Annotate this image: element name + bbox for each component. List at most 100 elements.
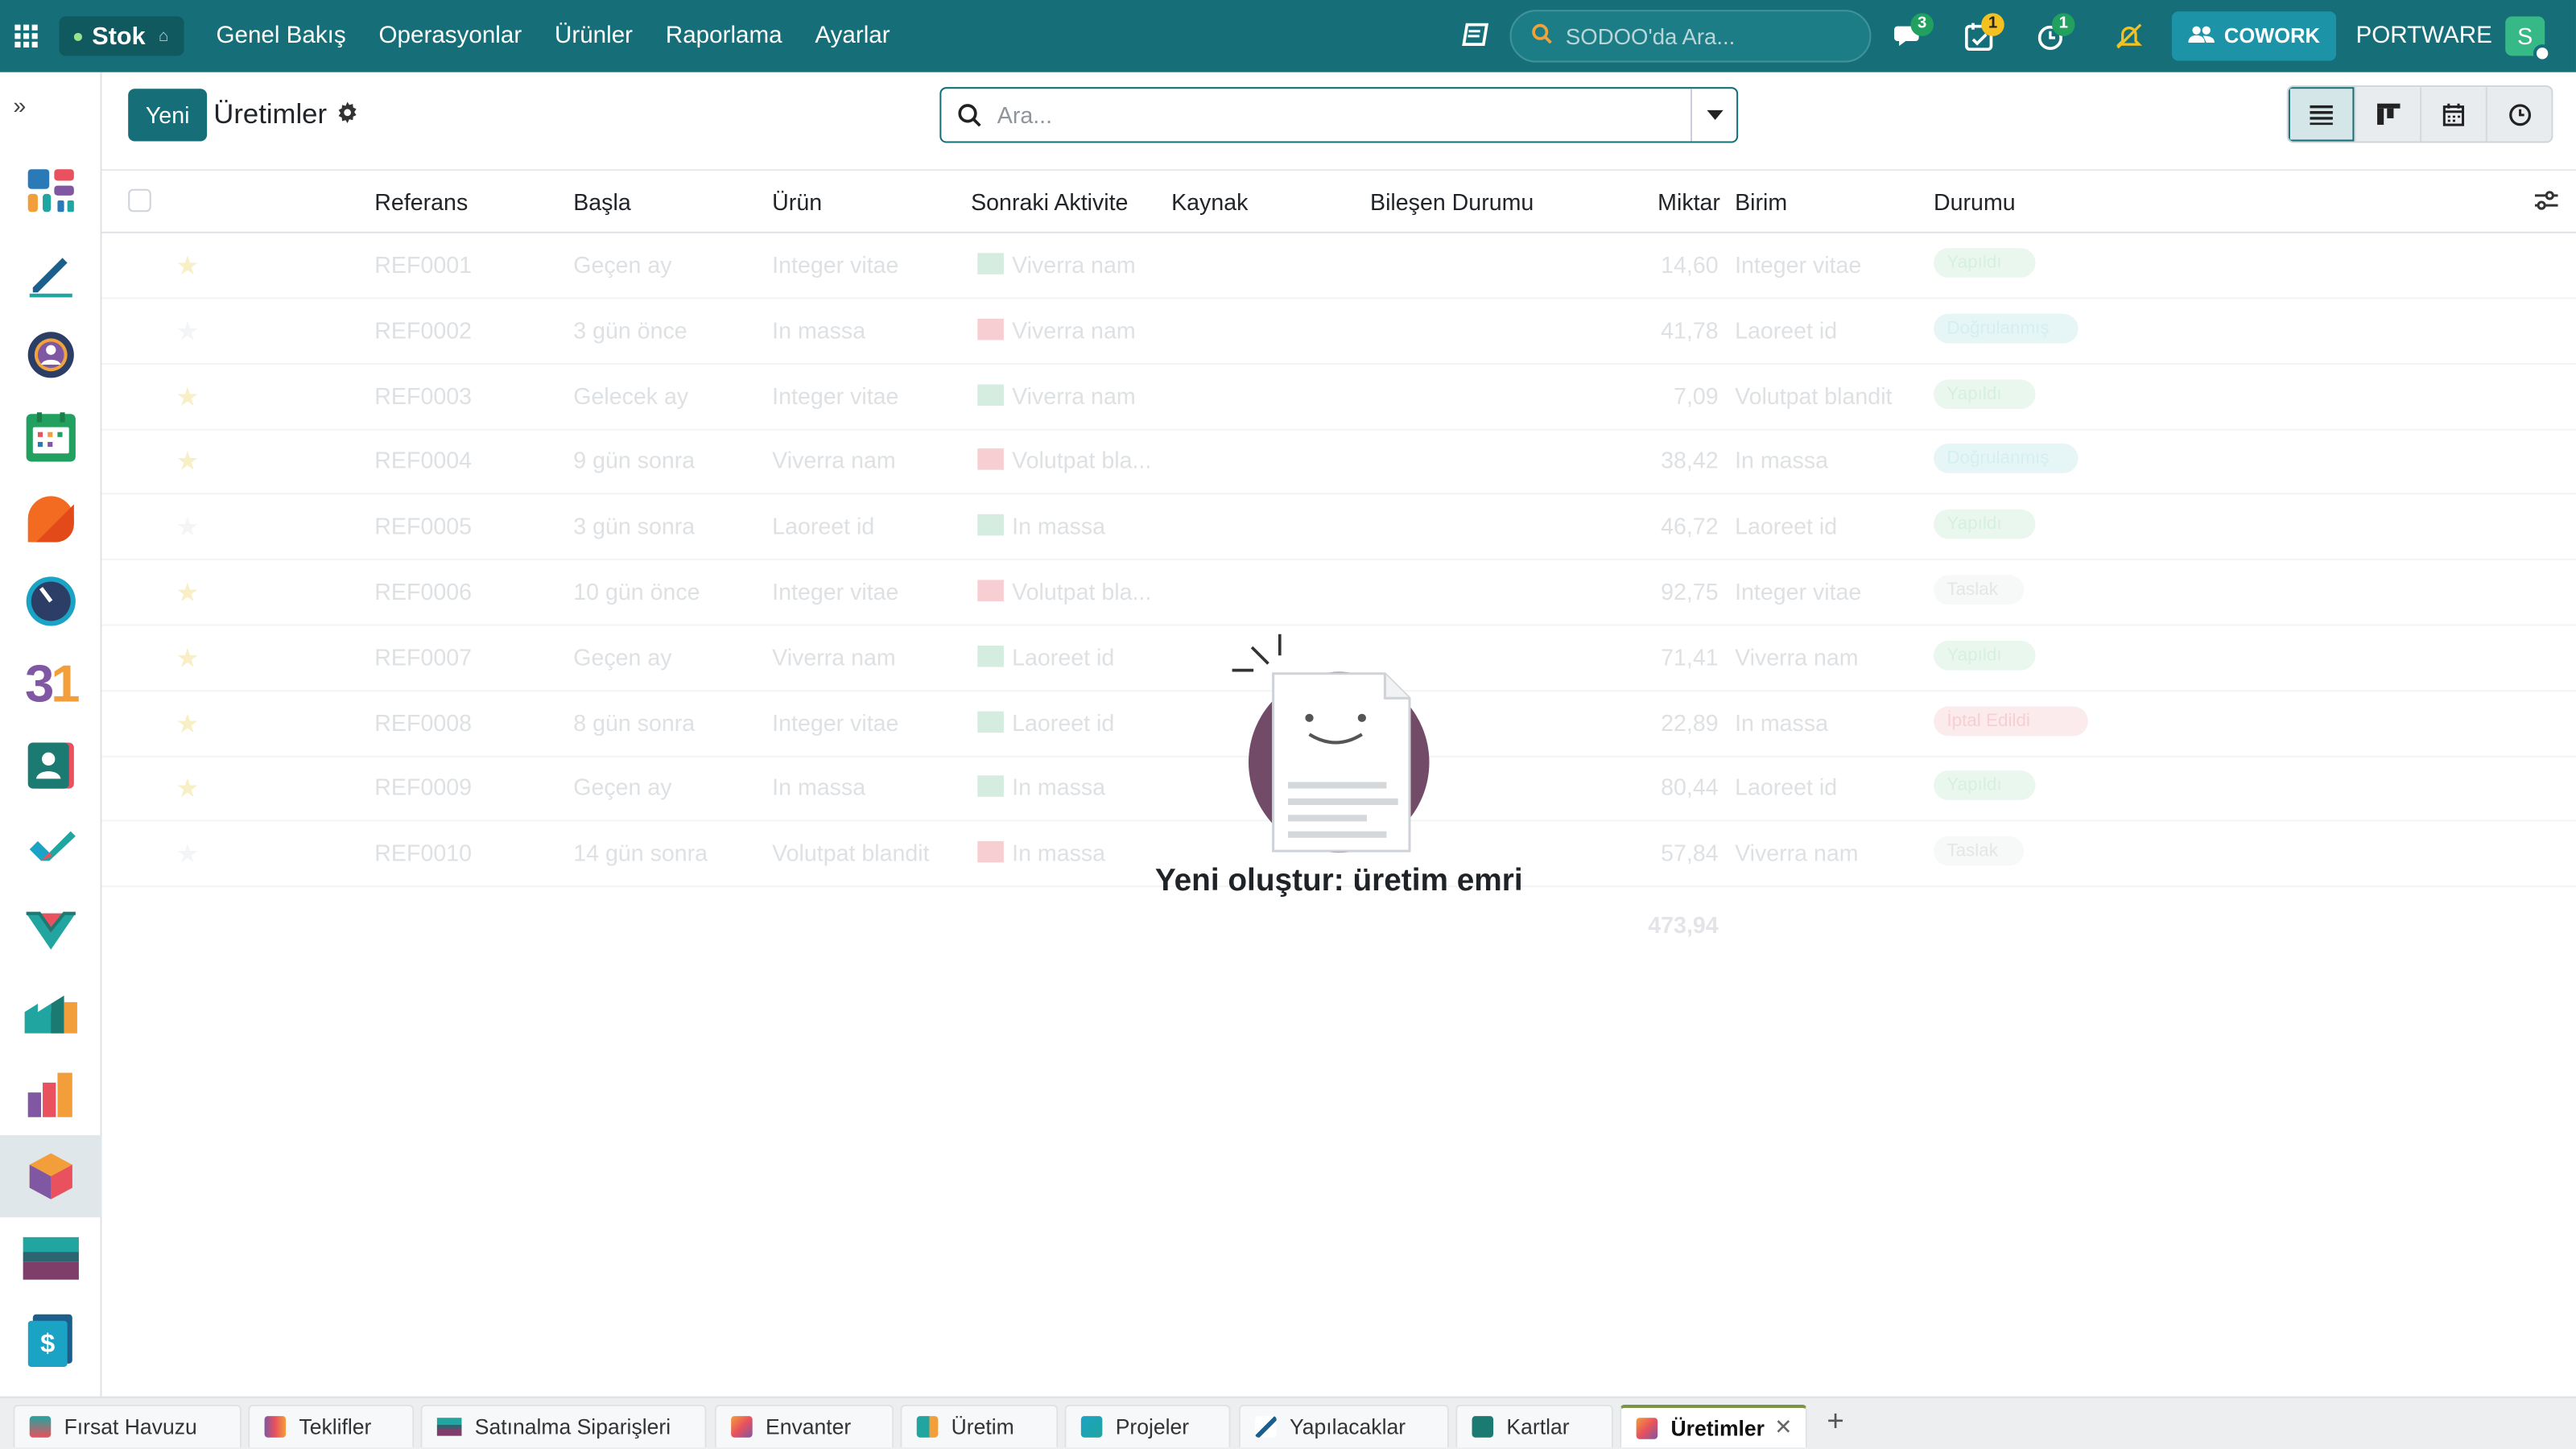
cowork-label: COWORK: [2223, 24, 2320, 48]
search-icon: [1531, 23, 1553, 50]
global-search-input[interactable]: SODOO'da Ara...: [1509, 10, 1872, 63]
close-icon[interactable]: ✕: [1774, 1414, 1792, 1441]
activities-badge: 1: [1981, 13, 2004, 36]
select-all-checkbox[interactable]: [128, 188, 151, 213]
tab-projects[interactable]: Projeler: [1064, 1404, 1231, 1447]
sidebar-expand-icon[interactable]: »: [0, 72, 100, 138]
timer-app-icon[interactable]: [0, 560, 102, 642]
app-name: Stok: [92, 22, 146, 51]
activity-view-icon[interactable]: [2485, 87, 2552, 142]
calendar-31-icon[interactable]: 31: [0, 642, 102, 724]
menu-settings[interactable]: Ayarlar: [799, 0, 906, 72]
messages-icon[interactable]: 3: [1891, 13, 1934, 54]
new-button[interactable]: Yeni: [128, 89, 208, 142]
avatar-letter: S: [2517, 23, 2533, 50]
tab-label: Satınalma Siparişleri: [474, 1414, 671, 1439]
sign-icon[interactable]: [0, 232, 102, 314]
search-input[interactable]: Ara...: [997, 102, 1690, 129]
purchase-card-icon[interactable]: [0, 1217, 102, 1299]
kanban-view-icon[interactable]: [2354, 87, 2421, 142]
inventory-icon: [731, 1416, 753, 1438]
tab-label: Teklifler: [299, 1414, 372, 1439]
search-icon: [941, 103, 997, 128]
column-start[interactable]: Başla: [573, 189, 630, 216]
knowledge-book-icon[interactable]: [1457, 18, 1493, 54]
column-source[interactable]: Kaynak: [1171, 189, 1248, 216]
current-app-button[interactable]: Stok ⌂: [59, 16, 184, 56]
invoice-icon[interactable]: $: [0, 1299, 102, 1381]
apps-sidebar: » 31 $: [0, 72, 102, 1397]
home-icon: ⌂: [158, 27, 169, 46]
todo-icon: [1255, 1416, 1277, 1438]
manufacturing-icon: [916, 1416, 939, 1438]
empty-document-icon: [1232, 634, 1430, 853]
table-header: Referans Başla Ürün Sonraki Aktivite Kay…: [101, 171, 2576, 233]
column-next-activity[interactable]: Sonraki Aktivite: [971, 189, 1128, 216]
presence-status-icon: [2533, 44, 2552, 63]
apps-menu-icon[interactable]: [0, 0, 52, 72]
messages-badge: 3: [1910, 13, 1934, 36]
global-search-placeholder: SODOO'da Ara...: [1565, 23, 1736, 49]
column-product[interactable]: Ürün: [772, 189, 822, 216]
cowork-button[interactable]: COWORK: [2171, 11, 2337, 61]
tab-label: Üretim: [951, 1414, 1014, 1439]
notifications-off-icon[interactable]: [2111, 18, 2147, 54]
timer-icon[interactable]: 1: [2032, 13, 2075, 54]
tab-inventory[interactable]: Envanter: [714, 1404, 894, 1447]
tab-crm-pipeline[interactable]: Fırsat Havuzu: [13, 1404, 242, 1447]
manufacturing-icon[interactable]: [0, 971, 102, 1053]
calendar-view-icon[interactable]: [2420, 87, 2486, 142]
inventory-box-icon[interactable]: [0, 1135, 102, 1218]
crm-handshake-icon[interactable]: [0, 889, 102, 971]
column-quantity[interactable]: Miktar: [1657, 189, 1720, 216]
menu-overview[interactable]: Genel Bakış: [200, 0, 362, 72]
tab-label: Kartlar: [1506, 1414, 1570, 1439]
top-navbar: Stok ⌂ Genel Bakış Operasyonlar Ürünler …: [0, 0, 2576, 72]
tab-manufacturing[interactable]: Üretim: [900, 1404, 1059, 1447]
list-view: Referans Başla Ürün Sonraki Aktivite Kay…: [101, 171, 2576, 1397]
menu-operations[interactable]: Operasyonlar: [362, 0, 538, 72]
timer-badge: 1: [2051, 13, 2075, 36]
sales-chart-icon[interactable]: [0, 1053, 102, 1135]
tab-label: Envanter: [766, 1414, 852, 1439]
optional-columns-icon[interactable]: [2533, 188, 2560, 219]
breadcrumb: Üretimler: [213, 98, 357, 131]
calendar-icon[interactable]: [0, 396, 102, 478]
todo-check-icon[interactable]: [0, 807, 102, 889]
tab-purchase-orders[interactable]: Satınalma Siparişleri: [420, 1404, 707, 1447]
tab-productions[interactable]: Üretimler ✕: [1620, 1404, 1807, 1447]
page-title: Üretimler: [213, 98, 328, 130]
chevron-down-icon[interactable]: [1690, 89, 1736, 142]
column-component-status[interactable]: Bileşen Durumu: [1370, 189, 1534, 216]
tab-label: Fırsat Havuzu: [64, 1414, 197, 1439]
tab-label: Üretimler: [1670, 1415, 1765, 1440]
crm-shape-icon[interactable]: [0, 478, 102, 560]
tab-todo[interactable]: Yapılacaklar: [1238, 1404, 1449, 1447]
company-switcher[interactable]: PORTWARE: [2356, 0, 2492, 72]
inventory-icon: [1636, 1417, 1658, 1439]
column-unit[interactable]: Birim: [1735, 189, 1787, 216]
tab-quotations[interactable]: Teklifler: [248, 1404, 415, 1447]
menu-products[interactable]: Ürünler: [539, 0, 650, 72]
app-window: Stok ⌂ Genel Bakış Operasyonlar Ürünler …: [0, 0, 2576, 1449]
bottom-tab-bar: Fırsat Havuzu Teklifler Satınalma Sipari…: [0, 1396, 2576, 1449]
list-view-icon[interactable]: [2288, 87, 2355, 142]
contacts-icon[interactable]: [0, 724, 102, 807]
main-menu: Genel Bakış Operasyonlar Ürünler Raporla…: [200, 0, 906, 72]
dashboard-icon[interactable]: [0, 150, 102, 232]
svg-text:$: $: [40, 1328, 55, 1358]
crm-icon: [29, 1416, 52, 1438]
gear-icon[interactable]: [336, 98, 358, 131]
purchase-icon: [436, 1418, 462, 1436]
activities-icon[interactable]: 1: [1962, 13, 2004, 54]
discuss-icon[interactable]: [0, 314, 102, 396]
menu-reporting[interactable]: Raporlama: [649, 0, 799, 72]
user-avatar[interactable]: S: [2505, 16, 2552, 63]
contacts-icon: [1472, 1416, 1494, 1438]
project-icon: [1080, 1416, 1103, 1438]
search-bar[interactable]: Ara...: [939, 87, 1739, 143]
add-tab-icon[interactable]: +: [1827, 1405, 1843, 1439]
tab-contacts[interactable]: Kartlar: [1455, 1404, 1614, 1447]
column-status[interactable]: Durumu: [1934, 189, 2016, 216]
column-reference[interactable]: Referans: [374, 189, 468, 216]
